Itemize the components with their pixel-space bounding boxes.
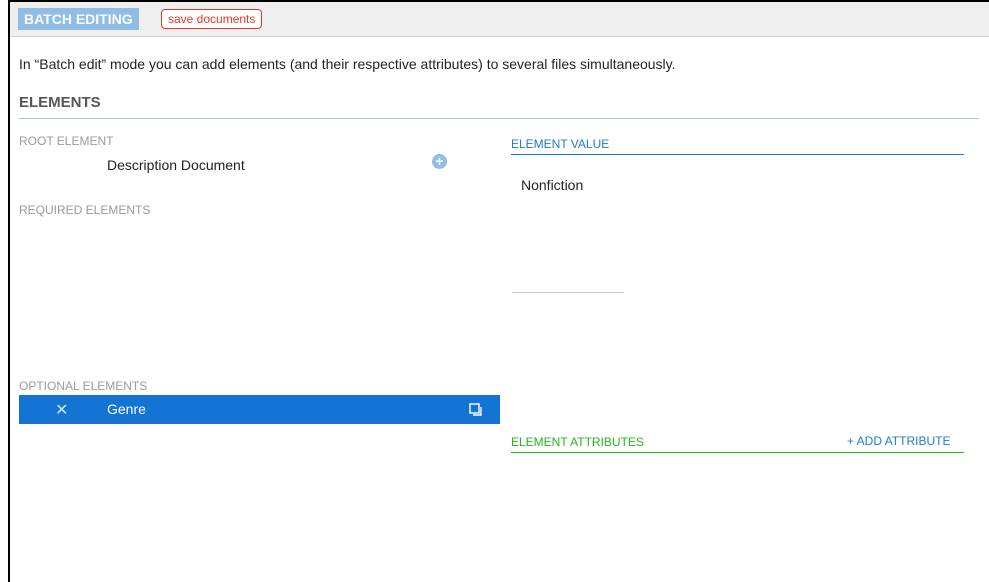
duplicate-icon[interactable] [468, 402, 484, 418]
optional-elements-label: OPTIONAL ELEMENTS [19, 379, 148, 393]
required-elements-label: REQUIRED ELEMENTS [19, 203, 151, 217]
optional-element-label: Genre [107, 401, 146, 417]
element-value-divider [511, 154, 964, 155]
root-element-value: Description Document [107, 157, 245, 173]
top-toolbar: BATCH EDITING save documents [10, 2, 989, 37]
save-documents-button[interactable]: save documents [161, 9, 263, 29]
add-attribute-button[interactable]: + ADD ATTRIBUTE [847, 434, 950, 448]
intro-text: In “Batch edit” mode you can add element… [19, 56, 676, 72]
optional-element-genre-row[interactable]: ✕ Genre [19, 395, 500, 424]
element-value-title: ELEMENT VALUE [511, 137, 610, 151]
main-frame: BATCH EDITING save documents In “Batch e… [8, 0, 989, 582]
elements-title: ELEMENTS [19, 94, 101, 111]
batch-editing-badge: BATCH EDITING [18, 8, 139, 30]
root-element-label: ROOT ELEMENT [19, 134, 114, 148]
element-attributes-divider [511, 452, 964, 453]
element-value-text[interactable]: Nonfiction [521, 177, 583, 193]
close-icon[interactable]: ✕ [55, 400, 68, 420]
elements-divider [19, 118, 979, 119]
element-value-bottom-rule [512, 292, 624, 293]
plus-circle-icon[interactable]: + [432, 154, 447, 169]
element-attributes-title: ELEMENT ATTRIBUTES [511, 435, 644, 449]
